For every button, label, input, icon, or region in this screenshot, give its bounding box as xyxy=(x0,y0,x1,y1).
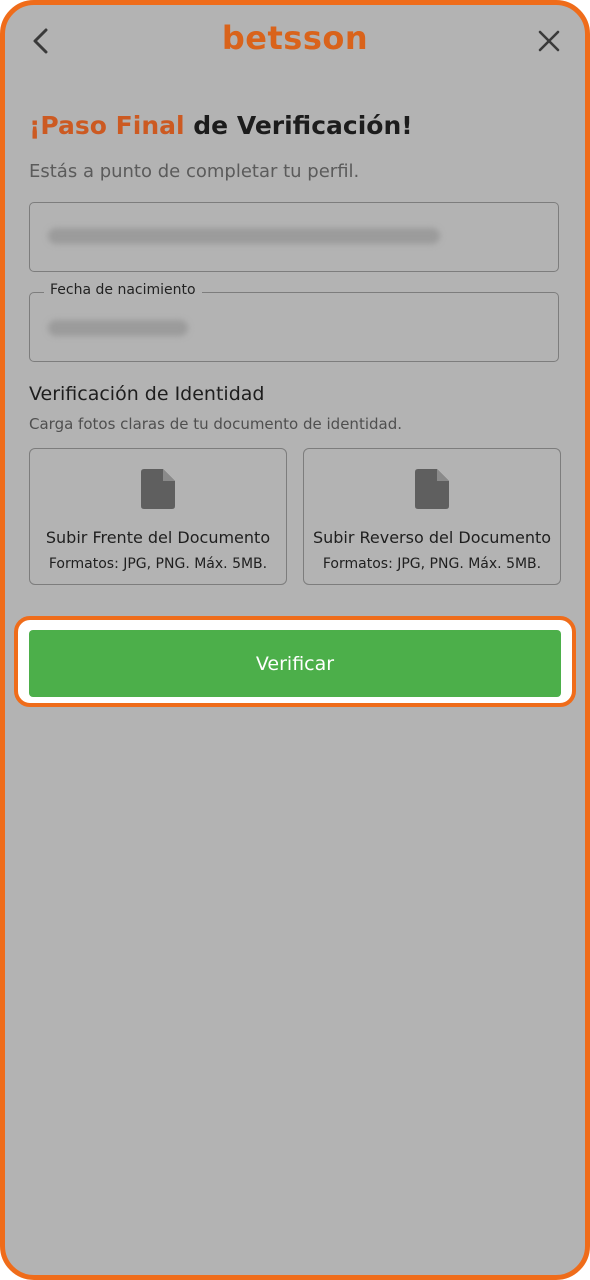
upload-back-title: Subir Reverso del Documento xyxy=(312,528,552,547)
blurred-field-value xyxy=(48,228,440,244)
close-icon xyxy=(538,30,560,52)
page-title-rest: de Verificación! xyxy=(184,111,413,140)
page-subtitle: Estás a punto de completar tu perfil. xyxy=(29,161,360,182)
document-icon xyxy=(415,469,449,509)
header: betsson xyxy=(5,5,585,77)
verify-button[interactable]: Verificar xyxy=(29,630,561,697)
betsson-logo: betsson xyxy=(221,19,369,57)
page-title: ¡Paso Final de Verificación! xyxy=(29,111,413,140)
blurred-field-value xyxy=(48,320,188,336)
identity-section-subtitle: Carga fotos claras de tu documento de id… xyxy=(29,415,402,433)
upload-back-button[interactable]: Subir Reverso del Documento Formatos: JP… xyxy=(303,448,561,585)
upload-front-title: Subir Frente del Documento xyxy=(45,528,271,547)
document-icon xyxy=(141,469,175,509)
app-frame: betsson ¡Paso Final de Verificación! Est… xyxy=(0,0,590,1280)
birthdate-label: Fecha de nacimiento xyxy=(44,282,202,298)
page-title-accent: ¡Paso Final xyxy=(29,111,185,140)
upload-front-formats: Formatos: JPG, PNG. Máx. 5MB. xyxy=(48,556,268,572)
birthdate-field[interactable]: Fecha de nacimiento xyxy=(29,282,559,362)
close-button[interactable] xyxy=(531,23,567,59)
identity-section-title: Verificación de Identidad xyxy=(29,383,265,405)
upload-front-button[interactable]: Subir Frente del Documento Formatos: JPG… xyxy=(29,448,287,585)
upload-back-formats: Formatos: JPG, PNG. Máx. 5MB. xyxy=(322,556,542,572)
document-number-field[interactable] xyxy=(29,202,559,272)
